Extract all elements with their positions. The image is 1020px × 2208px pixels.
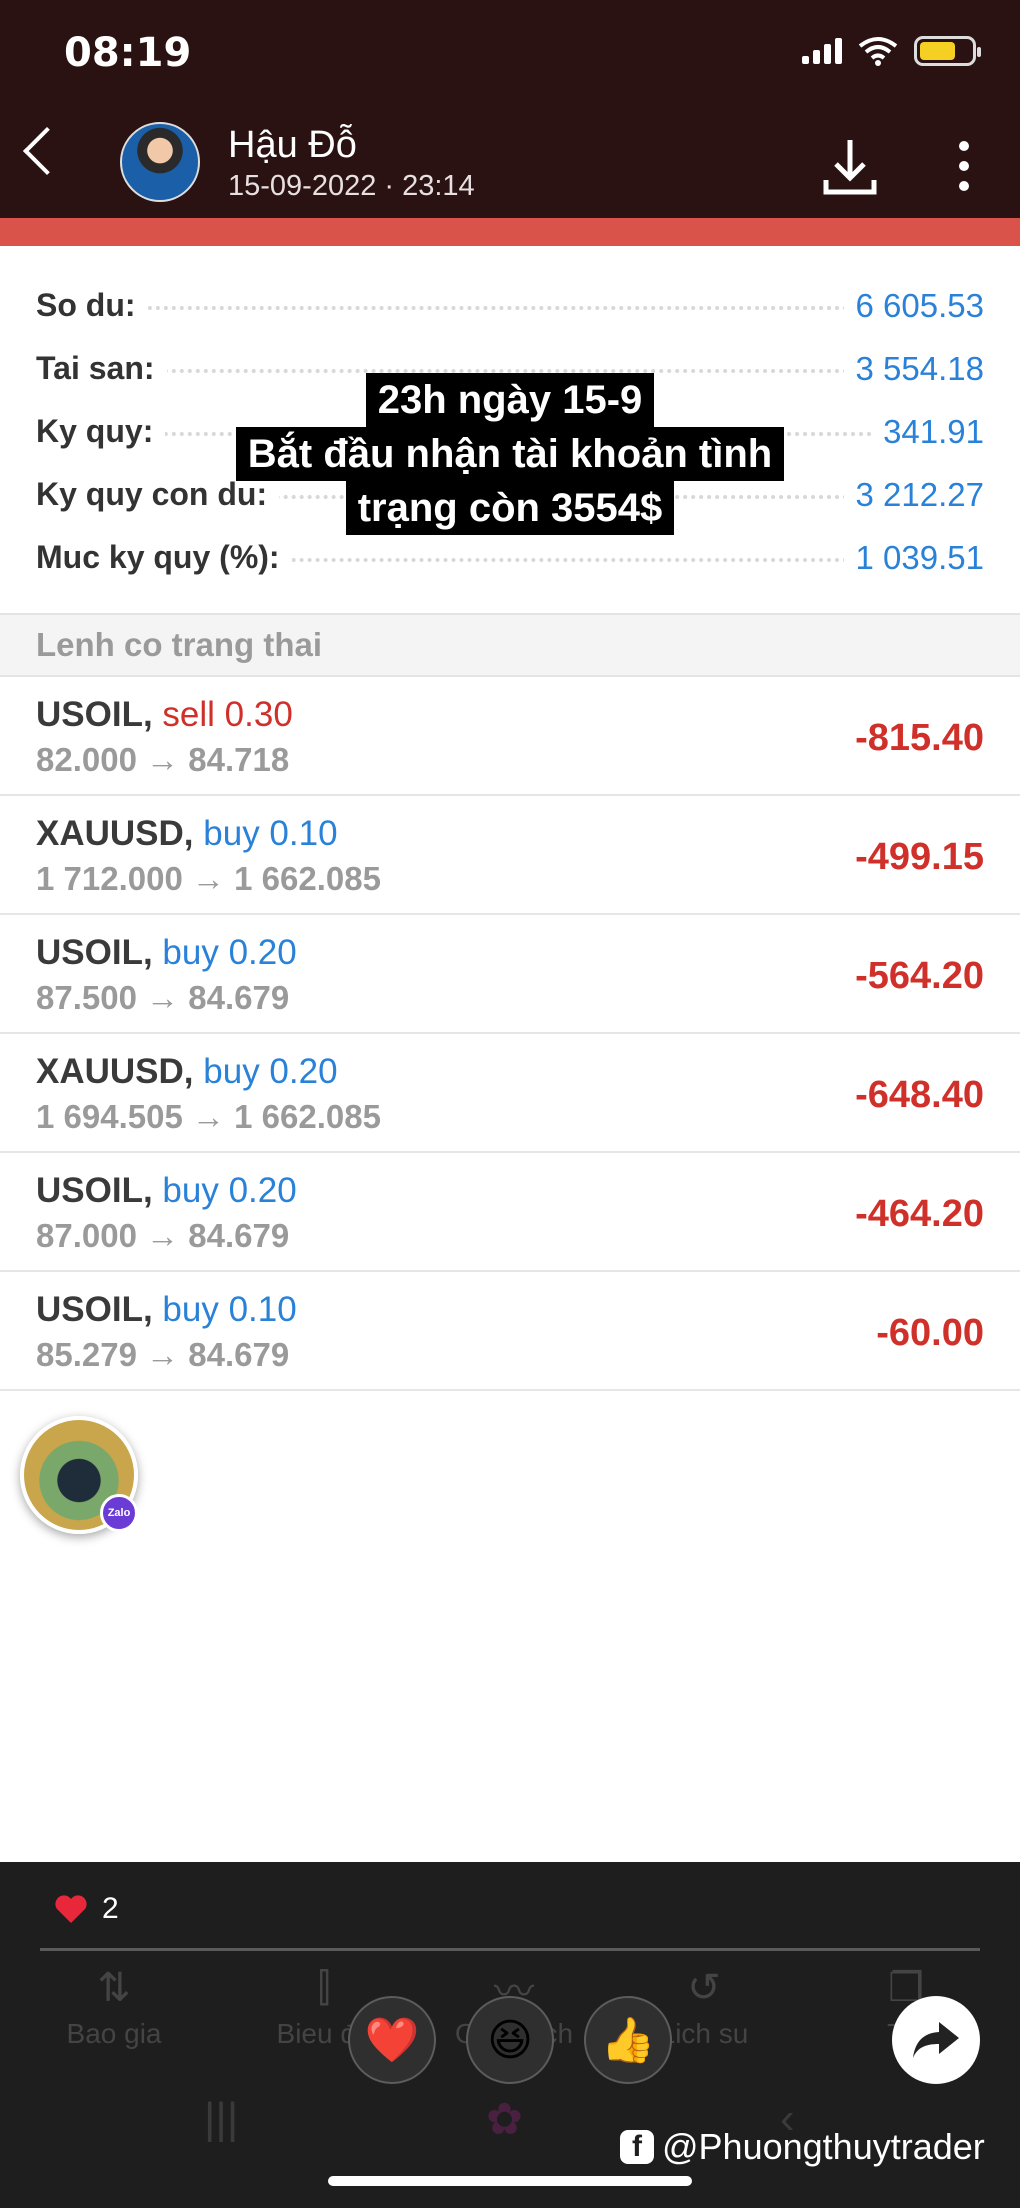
signal-icon xyxy=(802,38,842,64)
status-time: 08:19 xyxy=(64,30,192,76)
order-symbol: USOIL, xyxy=(36,933,153,972)
order-row[interactable]: USOIL, sell 0.30 82.000 → 84.718 -815.40 xyxy=(0,677,1020,796)
order-symbol: USOIL, xyxy=(36,1171,153,1210)
chat-header-bar: 08:19 Hậu Đỗ 15-09-2022 · 23:14 xyxy=(0,0,1020,218)
summary-row-balance: So du: 6 605.53 xyxy=(0,274,1020,337)
avatar[interactable] xyxy=(120,122,200,202)
order-prices: 1 712.000 → 1 662.085 xyxy=(36,860,381,897)
caption-line: Bắt đầu nhận tài khoản tình xyxy=(235,427,785,481)
divider xyxy=(40,1948,980,1951)
order-side: sell 0.30 xyxy=(162,695,293,734)
status-icons xyxy=(802,36,981,66)
share-arrow-icon xyxy=(913,2022,959,2058)
order-row[interactable]: USOIL, buy 0.10 85.279 → 84.679 -60.00 xyxy=(0,1272,1020,1391)
order-row[interactable]: XAUUSD, buy 0.10 1 712.000 → 1 662.085 -… xyxy=(0,796,1020,915)
heart-icon: ❤️ xyxy=(364,2016,420,2065)
order-symbol: XAUUSD, xyxy=(36,1052,194,1091)
summary-value: 6 605.53 xyxy=(843,286,984,325)
order-row[interactable]: USOIL, buy 0.20 87.500 → 84.679 -564.20 xyxy=(0,915,1020,1034)
bg-nav-quotes: ⇅ Bao gia xyxy=(14,1958,214,2050)
order-side: buy 0.10 xyxy=(203,814,338,853)
order-row[interactable]: USOIL, buy 0.20 87.000 → 84.679 -464.20 xyxy=(0,1153,1020,1272)
summary-label: Muc ky quy (%): xyxy=(36,539,292,576)
order-side: buy 0.10 xyxy=(162,1290,297,1329)
summary-label: So du: xyxy=(36,287,148,324)
order-side: buy 0.20 xyxy=(203,1052,338,1091)
bg-nav-label: Bao gia xyxy=(66,2018,162,2049)
message-timestamp: 15-09-2022 · 23:14 xyxy=(228,170,475,202)
thumbs-up-reaction-button[interactable]: 👍 xyxy=(584,1996,672,2084)
order-pnl: -564.20 xyxy=(855,955,984,997)
like-count: 2 xyxy=(102,1892,119,1925)
caption-overlay: 23h ngày 15-9 Bắt đầu nhận tài khoản tìn… xyxy=(0,373,1020,535)
download-icon[interactable] xyxy=(822,136,878,196)
watermark: f @Phuongthuytrader xyxy=(620,2126,985,2168)
laughing-face-icon: 😆 xyxy=(487,2015,533,2065)
heart-icon xyxy=(55,1895,87,1923)
battery-icon xyxy=(914,36,981,66)
laugh-reaction-button[interactable]: 😆 xyxy=(466,1996,554,2084)
order-prices: 87.500 → 84.679 xyxy=(36,979,290,1016)
bg-flower-icon: ✿ xyxy=(486,2095,523,2144)
order-pnl: -815.40 xyxy=(855,717,984,759)
reaction-bar: 2 ⇅Bao gia ⫿Bieu đo 〰Giao dich ↺Lich su … xyxy=(0,1862,1020,2208)
thumbs-up-icon: 👍 xyxy=(600,2016,656,2065)
summary-row-margin-level: Muc ky quy (%): 1 039.51 xyxy=(0,526,1020,589)
order-symbol: USOIL, xyxy=(36,695,153,734)
zalo-badge: Zalo xyxy=(100,1494,138,1532)
open-orders-header: Lenh co trang thai xyxy=(0,613,1020,677)
wifi-icon xyxy=(858,37,898,66)
home-indicator[interactable] xyxy=(328,2176,692,2186)
order-pnl: -464.20 xyxy=(855,1193,984,1235)
order-row[interactable]: XAUUSD, buy 0.20 1 694.505 → 1 662.085 -… xyxy=(0,1034,1020,1153)
trading-screenshot: So du: 6 605.53 Tai san: 3 554.18 Ky quy… xyxy=(0,246,1020,1862)
order-prices: 82.000 → 84.718 xyxy=(36,741,290,778)
heart-reaction-button[interactable]: ❤️ xyxy=(348,1996,436,2084)
share-button[interactable] xyxy=(892,1996,980,2084)
arrows-icon: ⇅ xyxy=(97,1966,131,2010)
caption-line: 23h ngày 15-9 xyxy=(365,373,655,427)
contact-name[interactable]: Hậu Đỗ xyxy=(228,124,357,167)
order-pnl: -648.40 xyxy=(855,1074,984,1116)
caption-line: trạng còn 3554$ xyxy=(345,481,675,535)
order-symbol: USOIL, xyxy=(36,1290,153,1329)
app-accent-strip xyxy=(0,218,1020,246)
back-button[interactable] xyxy=(22,126,72,176)
like-summary[interactable]: 2 xyxy=(54,1892,119,1926)
facebook-icon: f xyxy=(620,2130,654,2164)
order-side: buy 0.20 xyxy=(162,1171,297,1210)
summary-value: 1 039.51 xyxy=(843,538,984,577)
order-prices: 87.000 → 84.679 xyxy=(36,1217,290,1254)
order-side: buy 0.20 xyxy=(162,933,297,972)
order-prices: 85.279 → 84.679 xyxy=(36,1336,290,1373)
more-options-icon[interactable] xyxy=(944,138,984,194)
bg-menu-icon: ||| xyxy=(204,2094,239,2143)
order-prices: 1 694.505 → 1 662.085 xyxy=(36,1098,381,1135)
watermark-text: @Phuongthuytrader xyxy=(662,2126,985,2167)
order-symbol: XAUUSD, xyxy=(36,814,194,853)
order-pnl: -60.00 xyxy=(876,1312,984,1354)
order-pnl: -499.15 xyxy=(855,836,984,878)
